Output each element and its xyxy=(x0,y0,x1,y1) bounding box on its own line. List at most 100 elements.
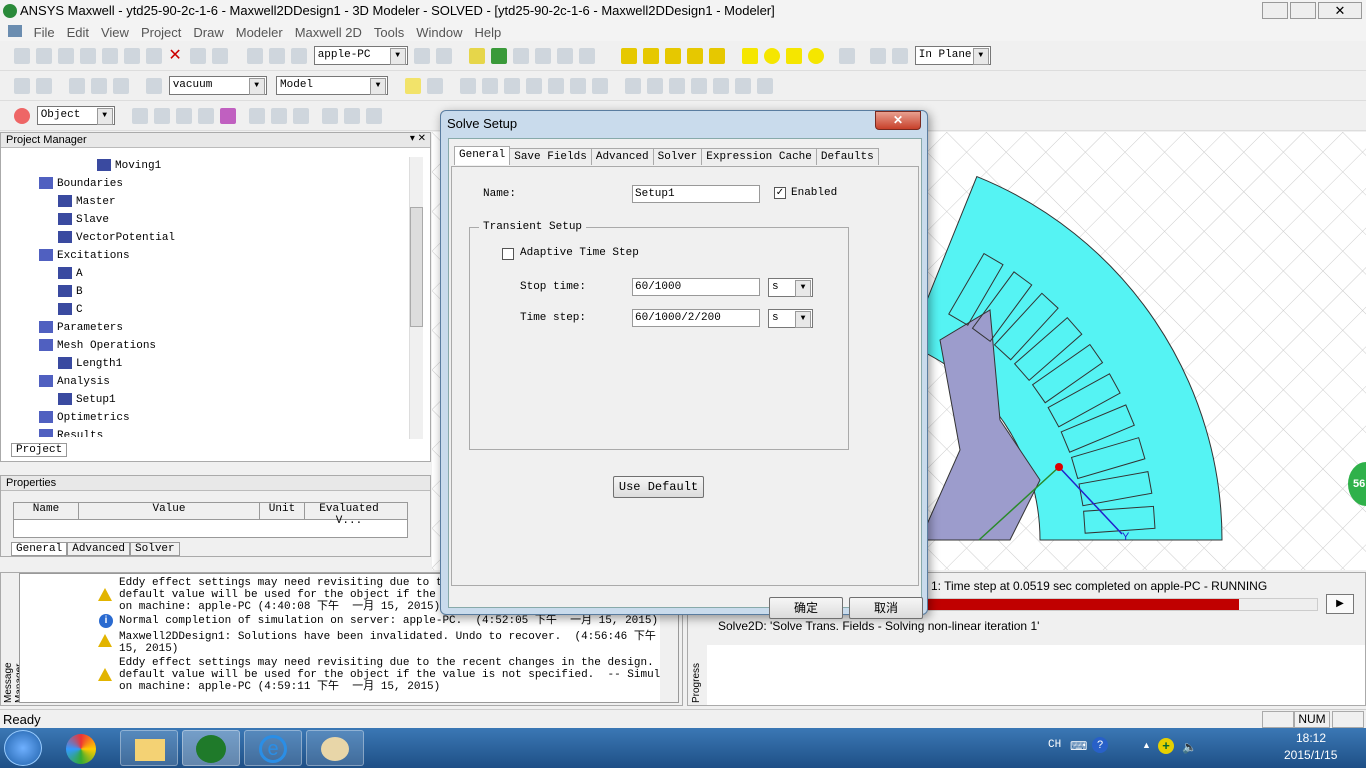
menu-view[interactable]: View xyxy=(95,24,135,41)
tree-item[interactable]: Optimetrics xyxy=(1,409,406,427)
filter-icon[interactable] xyxy=(220,108,237,124)
point-icon[interactable] xyxy=(870,48,887,64)
measure-icon[interactable] xyxy=(271,108,288,124)
snap2-icon[interactable] xyxy=(482,78,499,94)
col-evaluated[interactable]: Evaluated V... xyxy=(305,503,393,527)
tab-solver[interactable]: Solver xyxy=(652,148,703,165)
report-icon[interactable] xyxy=(469,48,486,64)
menu-tools[interactable]: Tools xyxy=(368,24,410,41)
minimize-button[interactable] xyxy=(1262,2,1288,19)
new-icon[interactable] xyxy=(14,48,31,64)
copy-icon[interactable] xyxy=(102,48,119,64)
snap3-icon[interactable] xyxy=(504,78,521,94)
view2-icon[interactable] xyxy=(669,78,686,94)
redo-icon[interactable] xyxy=(212,48,229,64)
face-cs-icon[interactable] xyxy=(427,78,444,94)
name-input[interactable]: Setup1 xyxy=(632,185,760,203)
time-step-unit-select[interactable]: s xyxy=(768,309,813,328)
menu-help[interactable]: Help xyxy=(469,24,508,41)
tree-item[interactable]: C xyxy=(1,301,406,319)
face-icon[interactable] xyxy=(154,108,171,124)
restore-button[interactable] xyxy=(1290,2,1316,19)
keyboard-icon[interactable]: ⌨ xyxy=(1070,739,1087,753)
context-help-icon[interactable] xyxy=(36,78,53,94)
col-unit[interactable]: Unit xyxy=(260,503,305,519)
view6-icon[interactable] xyxy=(757,78,774,94)
eye-icon[interactable] xyxy=(625,78,642,94)
rectangle-icon[interactable] xyxy=(742,48,759,64)
snap5-icon[interactable] xyxy=(548,78,565,94)
project-manager-close-icon[interactable]: ▾ ✕ xyxy=(410,133,426,144)
mirror-icon[interactable] xyxy=(113,78,130,94)
save-icon[interactable] xyxy=(58,48,75,64)
tree-item[interactable]: Mesh Operations xyxy=(1,337,406,355)
ok-button[interactable]: 确定 xyxy=(769,597,843,619)
tray-app-icon[interactable]: + xyxy=(1158,738,1174,754)
menu-modeler[interactable]: Modeler xyxy=(230,24,289,41)
snap-icon[interactable] xyxy=(460,78,477,94)
binoculars-icon[interactable] xyxy=(249,108,266,124)
cancel-button[interactable]: 取消 xyxy=(849,597,923,619)
analyze-icon[interactable] xyxy=(513,48,530,64)
arrange-icon[interactable] xyxy=(91,78,108,94)
clock-date[interactable]: 2015/1/15 xyxy=(1284,748,1337,762)
select-mode-select[interactable]: Object xyxy=(36,106,115,125)
close-button[interactable]: ✕ xyxy=(1318,2,1362,19)
tree-item[interactable]: Excitations xyxy=(1,247,406,265)
menu-edit[interactable]: Edit xyxy=(61,24,95,41)
arc3-icon[interactable] xyxy=(709,48,726,64)
taskbar-ie[interactable]: e xyxy=(244,730,302,766)
tab-solver[interactable]: Solver xyxy=(130,542,180,556)
tree-item[interactable]: A xyxy=(1,265,406,283)
undo-icon[interactable] xyxy=(190,48,207,64)
tree-item[interactable]: Boundaries xyxy=(1,175,406,193)
dialog-close-button[interactable]: ✕ xyxy=(875,111,921,130)
stop-time-unit-select[interactable]: s xyxy=(768,278,813,297)
material-icon[interactable] xyxy=(146,78,163,94)
tree-item[interactable]: VectorPotential xyxy=(1,229,406,247)
tree-item[interactable]: B xyxy=(1,283,406,301)
rotate-icon[interactable] xyxy=(344,108,361,124)
snap4-icon[interactable] xyxy=(526,78,543,94)
spline-icon[interactable] xyxy=(643,48,660,64)
view5-icon[interactable] xyxy=(735,78,752,94)
tab-general[interactable]: General xyxy=(11,542,68,556)
tree-item[interactable]: Length1 xyxy=(1,355,406,373)
object-icon[interactable] xyxy=(132,108,149,124)
tab-defaults[interactable]: Defaults xyxy=(815,148,879,165)
queue-icon[interactable] xyxy=(414,48,431,64)
tree-item[interactable]: Parameters xyxy=(1,319,406,337)
material-select[interactable]: vacuum xyxy=(168,76,267,95)
plane-select[interactable]: In Plane xyxy=(914,46,991,65)
menu-draw[interactable]: Draw xyxy=(187,24,229,41)
tree-item[interactable]: Setup1 xyxy=(1,391,406,409)
polygon-icon[interactable] xyxy=(786,48,803,64)
snap7-icon[interactable] xyxy=(592,78,609,94)
print-icon[interactable] xyxy=(146,48,163,64)
tab-expression-cache[interactable]: Expression Cache xyxy=(701,148,817,165)
time-step-input[interactable]: 60/1000/2/200 xyxy=(632,309,760,327)
menu-window[interactable]: Window xyxy=(410,24,468,41)
ellipse-icon[interactable] xyxy=(808,48,825,64)
taskbar-explorer[interactable] xyxy=(120,730,178,766)
circle-icon[interactable] xyxy=(764,48,781,64)
tree-item[interactable]: Master xyxy=(1,193,406,211)
view3-icon[interactable] xyxy=(691,78,708,94)
tab-save-fields[interactable]: Save Fields xyxy=(509,148,592,165)
app-launcher-icon[interactable] xyxy=(66,734,96,764)
use-default-button[interactable]: Use Default xyxy=(613,476,704,498)
fields-icon[interactable] xyxy=(579,48,596,64)
enabled-checkbox[interactable]: ✓ xyxy=(774,187,786,199)
tab-advanced[interactable]: Advanced xyxy=(590,148,654,165)
language-indicator[interactable]: CH xyxy=(1048,739,1061,751)
tab-general[interactable]: General xyxy=(454,146,511,165)
tree-item[interactable]: Moving1 xyxy=(1,157,406,175)
validate-icon[interactable] xyxy=(491,48,508,64)
coordinate-icon[interactable] xyxy=(405,78,422,94)
paste-icon[interactable] xyxy=(124,48,141,64)
model-select[interactable]: Model xyxy=(276,76,389,95)
show-hidden-icons[interactable]: ▲ xyxy=(1142,740,1151,750)
delete-icon[interactable]: ✕ xyxy=(168,48,184,64)
zoom-icon[interactable] xyxy=(557,48,574,64)
remote-icon[interactable] xyxy=(269,48,286,64)
